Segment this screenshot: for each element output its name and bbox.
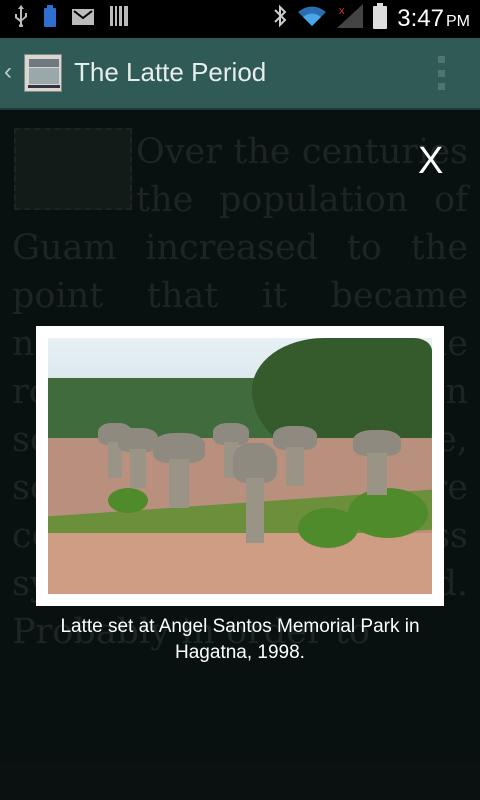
back-chevron-icon[interactable]: ‹ [4, 58, 12, 86]
status-left [14, 4, 128, 34]
battery-icon [373, 2, 388, 36]
action-bar: ‹ The Latte Period [0, 38, 480, 110]
memorial-center-logo[interactable] [24, 54, 62, 92]
latte-photo [48, 338, 432, 594]
close-button[interactable]: X [418, 140, 443, 183]
signal-icon: x [337, 3, 364, 35]
page-title: The Latte Period [74, 57, 267, 87]
overflow-menu-icon[interactable] [438, 56, 446, 90]
gmail-icon [72, 6, 94, 32]
barcode-icon [110, 5, 128, 33]
wifi-icon [297, 5, 327, 34]
svg-text:x: x [339, 5, 345, 17]
status-time: 3:47 PM [397, 5, 470, 32]
status-right: x 3:47 PM [273, 2, 470, 36]
photo-frame [36, 326, 444, 606]
battery-small-icon [44, 4, 56, 34]
usb-icon [14, 4, 28, 34]
bluetooth-icon [273, 4, 287, 35]
status-bar: x 3:47 PM [0, 0, 480, 38]
photo-caption: Latte set at Angel Santos Memorial Park … [60, 616, 420, 663]
